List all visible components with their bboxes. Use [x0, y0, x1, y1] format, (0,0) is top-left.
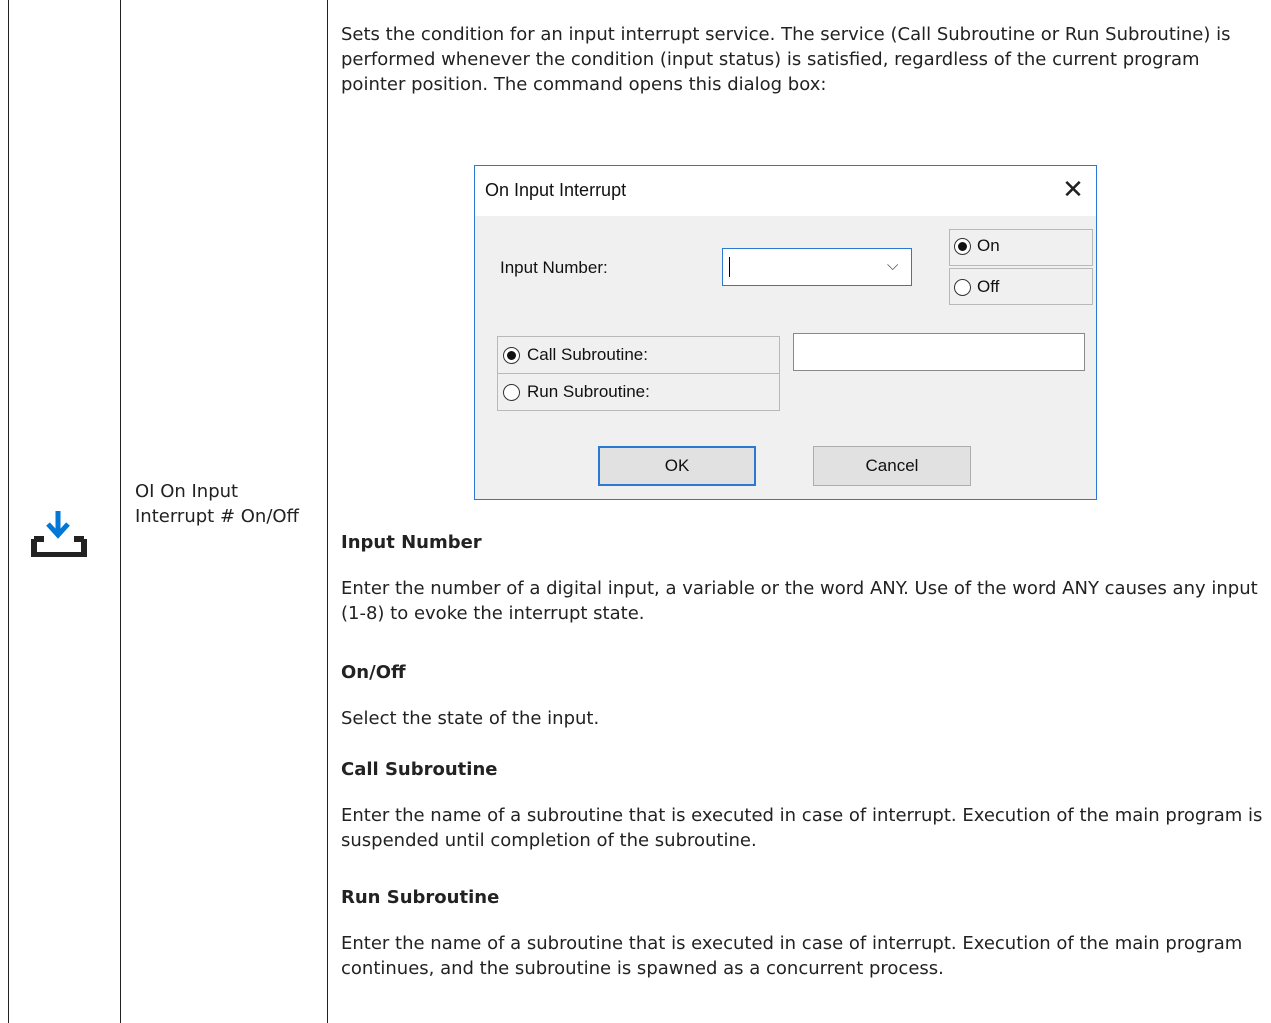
radio-off[interactable] — [954, 279, 971, 296]
input-number-label: Input Number: — [500, 258, 608, 277]
intro-text: Sets the condition for an input interrup… — [341, 24, 1231, 95]
input-number-combobox[interactable]: ⌵ — [722, 248, 912, 286]
close-icon[interactable]: ✕ — [1058, 175, 1088, 205]
column-divider — [120, 0, 121, 1023]
section-heading: Input Number — [341, 532, 482, 553]
section-heading: Call Subroutine — [341, 759, 498, 780]
download-to-tray-icon — [20, 511, 100, 558]
section-text: Enter the number of a digital input, a v… — [341, 578, 1258, 624]
section-heading: On/Off — [341, 662, 406, 683]
state-on-option[interactable]: On — [949, 229, 1093, 266]
section-text: Enter the name of a subroutine that is e… — [341, 933, 1243, 979]
section-text: Enter the name of a subroutine that is e… — [341, 805, 1263, 851]
column-divider — [327, 0, 328, 1023]
state-off-label: Off — [977, 277, 1000, 296]
radio-run-subroutine[interactable] — [503, 384, 520, 401]
radio-on[interactable] — [954, 238, 971, 255]
state-on-label: On — [977, 236, 1000, 255]
chevron-down-icon[interactable]: ⌵ — [887, 256, 898, 274]
command-label: OI On Input Interrupt # On/Off — [135, 481, 299, 527]
section-text: Select the state of the input. — [341, 708, 600, 729]
run-subroutine-option[interactable]: Run Subroutine: — [497, 373, 780, 411]
dialog-title: On Input Interrupt — [485, 180, 627, 200]
call-subroutine-label: Call Subroutine: — [527, 345, 648, 364]
state-off-option[interactable]: Off — [949, 268, 1093, 305]
radio-call-subroutine[interactable] — [503, 347, 520, 364]
text-caret — [729, 257, 730, 277]
on-input-interrupt-dialog: On Input Interrupt ✕ Input Number: ⌵ On … — [474, 165, 1097, 500]
subroutine-name-input[interactable] — [793, 333, 1085, 371]
cancel-button[interactable]: Cancel — [813, 446, 971, 486]
section-heading: Run Subroutine — [341, 887, 500, 908]
call-subroutine-option[interactable]: Call Subroutine: — [497, 336, 780, 374]
ok-button[interactable]: OK — [598, 446, 756, 486]
run-subroutine-label: Run Subroutine: — [527, 382, 650, 401]
dialog-titlebar: On Input Interrupt ✕ — [475, 166, 1096, 216]
